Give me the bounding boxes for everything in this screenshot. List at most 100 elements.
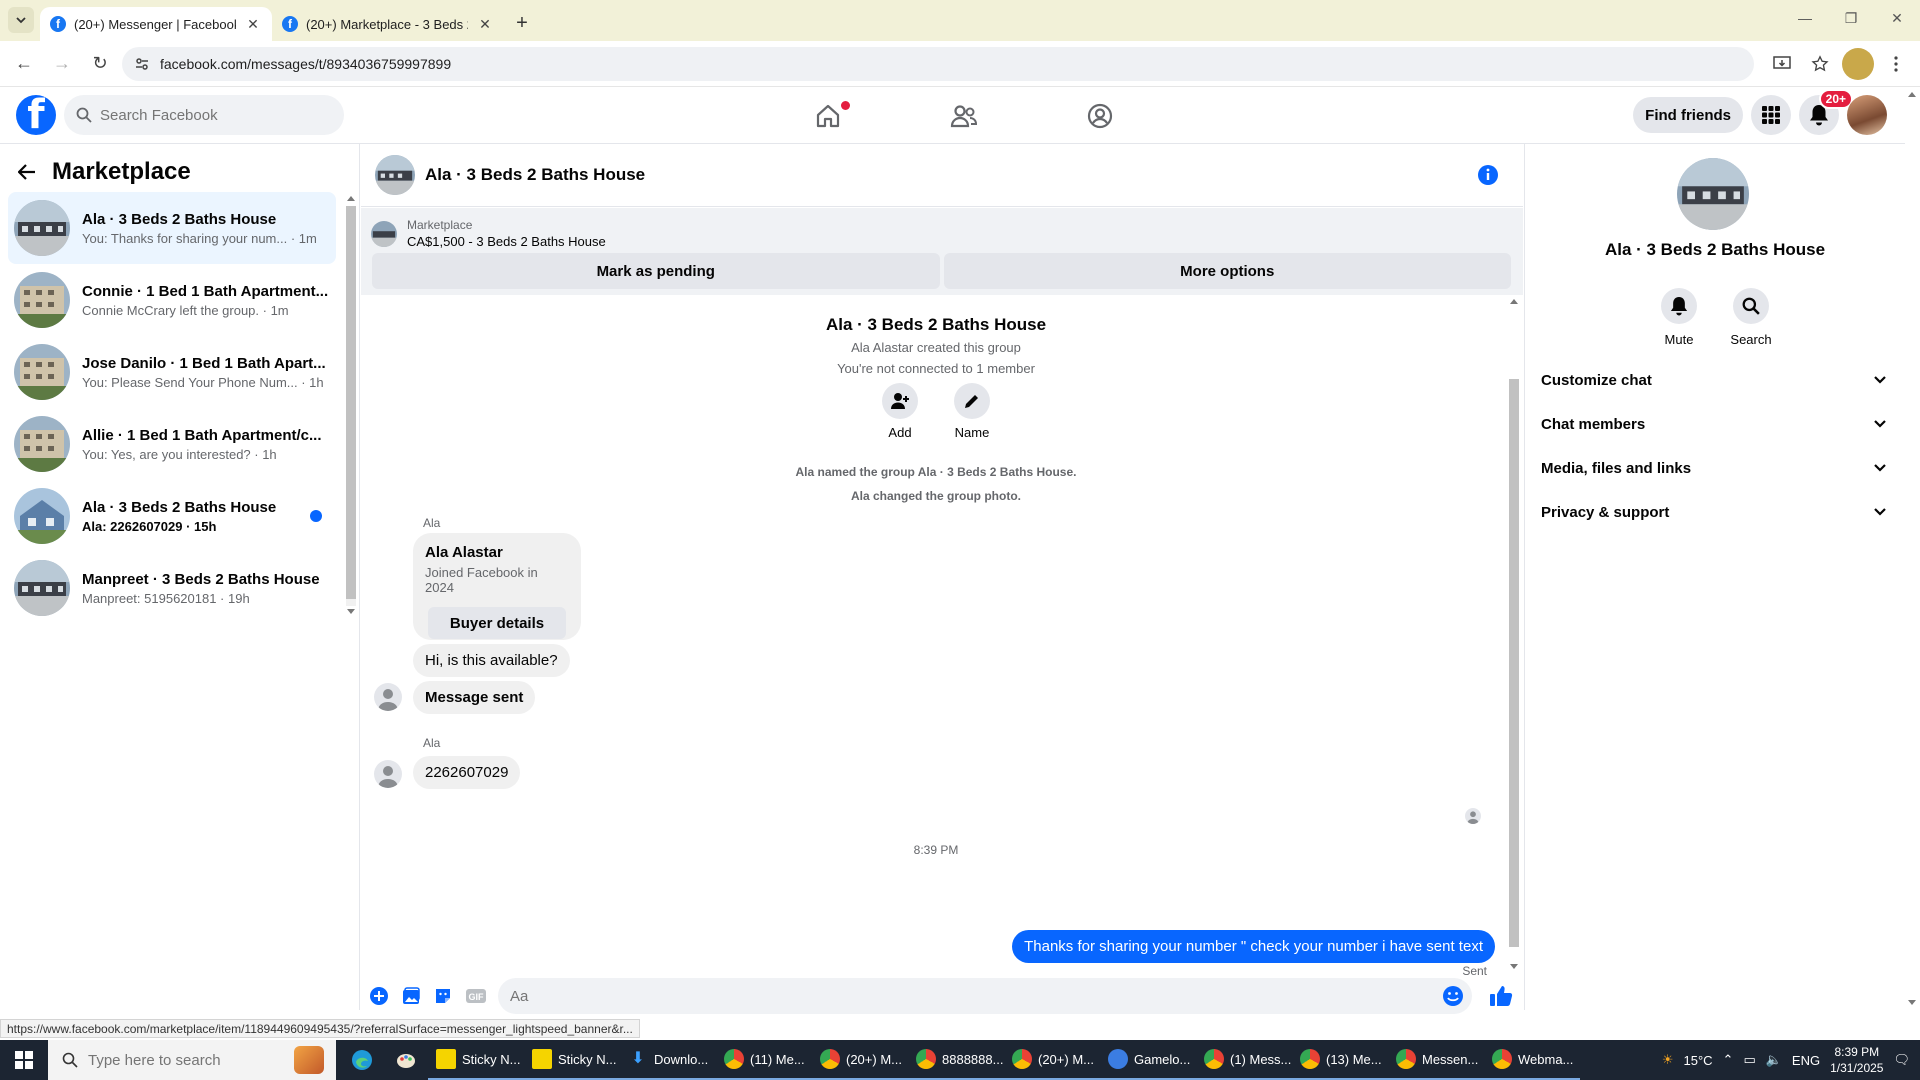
incoming-message[interactable]: Message sent <box>413 681 536 714</box>
taskbar-app[interactable]: 8888888... <box>908 1040 1004 1080</box>
install-app-icon[interactable] <box>1766 48 1798 80</box>
plus-circle-icon[interactable] <box>369 986 389 1006</box>
new-tab-button[interactable]: + <box>508 9 536 37</box>
taskbar-app-label: Sticky N... <box>462 1051 521 1067</box>
listing-thumbnail[interactable] <box>371 220 397 247</box>
bookmark-star-icon[interactable] <box>1804 48 1836 80</box>
add-member-button[interactable]: Add <box>882 383 918 440</box>
network-icon[interactable]: ▭ <box>1743 1052 1755 1068</box>
taskbar-app[interactable]: (20+) M... <box>812 1040 908 1080</box>
apartment-thumbnail <box>14 344 70 400</box>
sidebar-scrollbar[interactable] <box>346 194 356 619</box>
taskbar-search-box[interactable] <box>48 1040 336 1080</box>
taskbar-clock[interactable]: 8:39 PM 1/31/2025 <box>1830 1044 1883 1076</box>
search-conversation-button[interactable]: Search <box>1730 288 1772 347</box>
chat-avatar[interactable] <box>375 155 415 195</box>
conversation-preview: Manpreet: 5195620181 · 19h <box>82 590 250 606</box>
taskbar-app[interactable]: Sticky N... <box>428 1040 524 1080</box>
menu-button[interactable] <box>1751 95 1791 135</box>
close-tab-icon[interactable]: ✕ <box>244 15 262 33</box>
home-tab[interactable] <box>760 87 896 144</box>
more-options-button[interactable]: More options <box>943 253 1511 289</box>
section-chat-members[interactable]: Chat members <box>1533 402 1893 446</box>
chat-scrollbar[interactable] <box>1507 295 1521 975</box>
language-indicator[interactable]: ENG <box>1792 1053 1820 1068</box>
search-input[interactable] <box>100 106 300 124</box>
section-customize-chat[interactable]: Customize chat <box>1533 358 1893 402</box>
url-field[interactable]: facebook.com/messages/t/8934036759997899 <box>122 46 1754 81</box>
buyer-name[interactable]: Ala Alastar <box>425 544 569 561</box>
taskbar-app[interactable]: (13) Me... <box>1292 1040 1388 1080</box>
forward-icon[interactable]: → <box>46 48 78 80</box>
conversation-item[interactable]: Ala · 3 Beds 2 Baths House Ala: 226260702… <box>8 480 336 552</box>
taskbar-app[interactable]: Sticky N... <box>524 1040 620 1080</box>
groups-tab[interactable] <box>1032 87 1168 144</box>
taskbar-app[interactable]: ⬇ Downlo... <box>620 1040 716 1080</box>
gif-icon[interactable]: GIF <box>465 986 487 1006</box>
download-icon: ⬇ <box>631 1050 645 1067</box>
sender-avatar[interactable] <box>374 760 402 788</box>
sender-avatar[interactable] <box>374 683 402 711</box>
start-button[interactable] <box>0 1040 48 1080</box>
back-arrow-icon[interactable] <box>18 164 36 180</box>
taskbar-app[interactable]: Gamelo... <box>1100 1040 1196 1080</box>
taskbar-search-input[interactable] <box>88 1051 288 1069</box>
conversation-item[interactable]: Jose Danilo · 1 Bed 1 Bath Apart... You: … <box>8 336 336 408</box>
sticker-icon[interactable] <box>433 986 453 1006</box>
info-icon[interactable] <box>1477 164 1499 186</box>
reload-icon[interactable]: ↻ <box>84 48 116 80</box>
browser-menu-icon[interactable] <box>1880 48 1912 80</box>
minimize-icon[interactable]: — <box>1782 0 1828 36</box>
find-friends-button[interactable]: Find friends <box>1633 97 1743 133</box>
facebook-logo-icon[interactable]: f <box>16 95 56 135</box>
close-tab-icon[interactable]: ✕ <box>476 15 494 33</box>
weather-temp[interactable]: 15°C <box>1683 1053 1712 1068</box>
incoming-message[interactable]: Hi, is this available? <box>413 644 570 677</box>
page-scrollbar[interactable] <box>1905 87 1920 1010</box>
group-photo[interactable] <box>1677 158 1749 230</box>
account-avatar[interactable] <box>1847 95 1887 135</box>
section-media-files-links[interactable]: Media, files and links <box>1533 446 1893 490</box>
conversation-item[interactable]: Connie · 1 Bed 1 Bath Apartment... Connie… <box>8 264 336 336</box>
section-privacy-support[interactable]: Privacy & support <box>1533 490 1893 534</box>
incoming-message[interactable]: 2262607029 <box>413 756 521 789</box>
volume-icon[interactable]: 🔈 <box>1766 1052 1782 1068</box>
edge-browser-icon[interactable] <box>340 1040 384 1080</box>
message-input-box[interactable] <box>498 978 1472 1014</box>
conversation-item[interactable]: Manpreet · 3 Beds 2 Baths House Manpreet:… <box>8 552 336 624</box>
emoji-icon[interactable] <box>1442 985 1464 1007</box>
tab-search-button[interactable] <box>8 7 34 33</box>
taskbar-app[interactable]: (20+) M... <box>1004 1040 1100 1080</box>
facebook-search-box[interactable] <box>64 95 344 135</box>
browser-tab-messenger[interactable]: f (20+) Messenger | Facebook ✕ <box>40 7 272 41</box>
close-window-icon[interactable]: ✕ <box>1874 0 1920 36</box>
outgoing-message[interactable]: Thanks for sharing your number " check y… <box>1012 930 1495 963</box>
buyer-details-button[interactable]: Buyer details <box>428 607 566 639</box>
mute-button[interactable]: Mute <box>1660 288 1698 347</box>
restore-icon[interactable]: ❐ <box>1828 0 1874 36</box>
conversation-item[interactable]: Ala · 3 Beds 2 Baths House You: Thanks fo… <box>8 192 336 264</box>
profile-avatar[interactable] <box>1842 47 1874 80</box>
browser-tab-marketplace[interactable]: f (20+) Marketplace - 3 Beds 2 B ✕ <box>272 7 504 41</box>
weather-icon[interactable]: ☀ <box>1662 1052 1674 1068</box>
listing-price-title[interactable]: CA$1,500 - 3 Beds 2 Baths House <box>407 234 606 249</box>
paint-app-icon[interactable] <box>384 1040 428 1080</box>
chat-title[interactable]: Ala · 3 Beds 2 Baths House <box>425 165 645 185</box>
name-group-button[interactable]: Name <box>954 383 990 440</box>
connection-text: You're not connected to 1 member <box>837 361 1035 376</box>
friends-tab[interactable] <box>896 87 1032 144</box>
conversation-item[interactable]: Allie · 1 Bed 1 Bath Apartment/c... You: … <box>8 408 336 480</box>
photo-icon[interactable] <box>401 986 421 1006</box>
thumbs-up-icon[interactable] <box>1489 984 1513 1008</box>
message-input[interactable] <box>510 987 1390 1005</box>
taskbar-app[interactable]: Webma... <box>1484 1040 1580 1080</box>
notification-center-icon[interactable]: 🗨 <box>1893 1052 1910 1068</box>
taskbar-app[interactable]: (11) Me... <box>716 1040 812 1080</box>
tray-chevron-icon[interactable]: ⌃ <box>1723 1052 1734 1068</box>
facebook-header: f Find friends 20+ <box>0 87 1905 144</box>
mark-as-pending-button[interactable]: Mark as pending <box>372 253 940 289</box>
taskbar-app[interactable]: Messen... <box>1388 1040 1484 1080</box>
notifications-button[interactable]: 20+ <box>1799 89 1853 135</box>
taskbar-app[interactable]: (1) Mess... <box>1196 1040 1292 1080</box>
back-icon[interactable]: ← <box>8 48 40 80</box>
